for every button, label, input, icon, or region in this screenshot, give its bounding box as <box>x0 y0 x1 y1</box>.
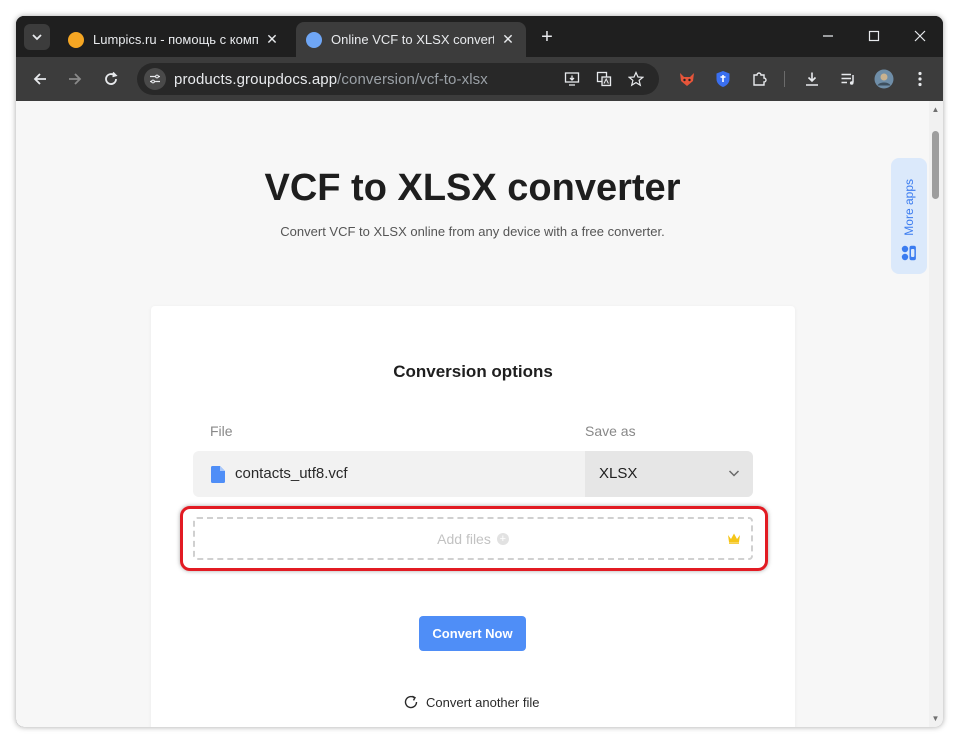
scroll-up-arrow-icon[interactable]: ▲ <box>931 105 940 114</box>
reload-icon <box>105 71 118 85</box>
shield-extension-icon[interactable] <box>710 66 736 92</box>
browser-window: Lumpics.ru - помощь с компьютером ✕ Onli… <box>16 16 943 727</box>
browser-toolbar: products.groupdocs.app/conversion/vcf-to… <box>16 57 943 101</box>
tab-search-button[interactable] <box>24 24 50 50</box>
back-button[interactable] <box>26 65 54 93</box>
tab-groupdocs[interactable]: Online VCF to XLSX converter | Free Grou… <box>296 22 526 57</box>
url-host: products.groupdocs.app <box>174 70 338 88</box>
chevron-down-icon <box>32 34 42 41</box>
media-controls-icon[interactable] <box>835 66 861 92</box>
scroll-thumb[interactable] <box>932 131 939 199</box>
new-tab-button[interactable]: + <box>536 26 558 48</box>
save-as-format-select[interactable]: XLSX <box>585 451 753 497</box>
tab-strip: Lumpics.ru - помощь с компьютером ✕ Onli… <box>16 16 943 57</box>
file-name: contacts_utf8.vcf <box>235 465 348 482</box>
reload-button[interactable] <box>97 65 125 93</box>
install-app-icon[interactable] <box>561 68 583 90</box>
downloads-icon[interactable] <box>799 66 825 92</box>
arrow-left-icon <box>33 73 46 85</box>
file-row: contacts_utf8.vcf XLSX <box>193 451 753 497</box>
save-as-column-header: Save as <box>585 423 636 439</box>
chevron-down-icon <box>728 470 740 477</box>
minimize-button[interactable] <box>813 24 843 48</box>
browser-menu-icon[interactable] <box>907 66 933 92</box>
conversion-card: Conversion options File Save as contacts… <box>151 306 795 727</box>
minimize-icon <box>823 35 833 37</box>
maximize-button[interactable] <box>859 24 889 48</box>
apps-icon <box>901 245 916 261</box>
arrow-right-icon <box>69 73 82 85</box>
conversion-options-heading: Conversion options <box>393 362 553 381</box>
file-icon <box>211 466 225 483</box>
window-close-button[interactable] <box>905 24 935 48</box>
groupdocs-favicon-icon <box>306 31 322 48</box>
lumpics-favicon-icon <box>68 31 84 48</box>
convert-another-label: Convert another file <box>426 694 540 710</box>
close-icon <box>914 30 926 42</box>
refresh-icon <box>404 695 418 709</box>
page-viewport: VCF to XLSX converter Convert VCF to XLS… <box>16 101 943 727</box>
url-path: /conversion/vcf-to-xlsx <box>337 70 488 88</box>
site-info-icon[interactable] <box>144 68 166 90</box>
fox-extension-icon[interactable] <box>674 66 700 92</box>
tab-title: Online VCF to XLSX converter | Free Grou… <box>331 32 494 47</box>
highlight-frame <box>180 506 768 571</box>
maximize-icon <box>868 30 880 42</box>
address-bar[interactable]: products.groupdocs.app/conversion/vcf-to… <box>137 63 659 95</box>
bookmark-star-icon[interactable] <box>625 68 647 90</box>
puzzle-extensions-icon[interactable] <box>746 66 772 92</box>
translate-icon[interactable] <box>593 68 615 90</box>
close-icon[interactable]: ✕ <box>264 31 280 48</box>
page-subtitle: Convert VCF to XLSX online from any devi… <box>280 224 665 239</box>
page-title: VCF to XLSX converter <box>264 167 681 209</box>
convert-another-file-link[interactable]: Convert another file <box>403 694 539 710</box>
forward-button[interactable] <box>61 65 89 93</box>
more-apps-button[interactable]: More apps <box>891 158 927 274</box>
scroll-down-arrow-icon[interactable]: ▼ <box>931 714 940 723</box>
tab-title: Lumpics.ru - помощь с компьютером <box>93 32 258 47</box>
toolbar-separator <box>784 71 785 87</box>
url-text: products.groupdocs.app/conversion/vcf-to… <box>174 71 488 88</box>
convert-now-button[interactable]: Convert Now <box>419 616 526 651</box>
tab-lumpics[interactable]: Lumpics.ru - помощь с компьютером ✕ <box>58 22 290 57</box>
file-column-header: File <box>210 423 233 439</box>
more-apps-label: More apps <box>902 179 916 236</box>
profile-avatar[interactable] <box>871 66 897 92</box>
close-icon[interactable]: ✕ <box>500 31 516 48</box>
page-scrollbar[interactable]: ▲ ▼ <box>929 101 943 727</box>
format-value: XLSX <box>599 465 638 482</box>
